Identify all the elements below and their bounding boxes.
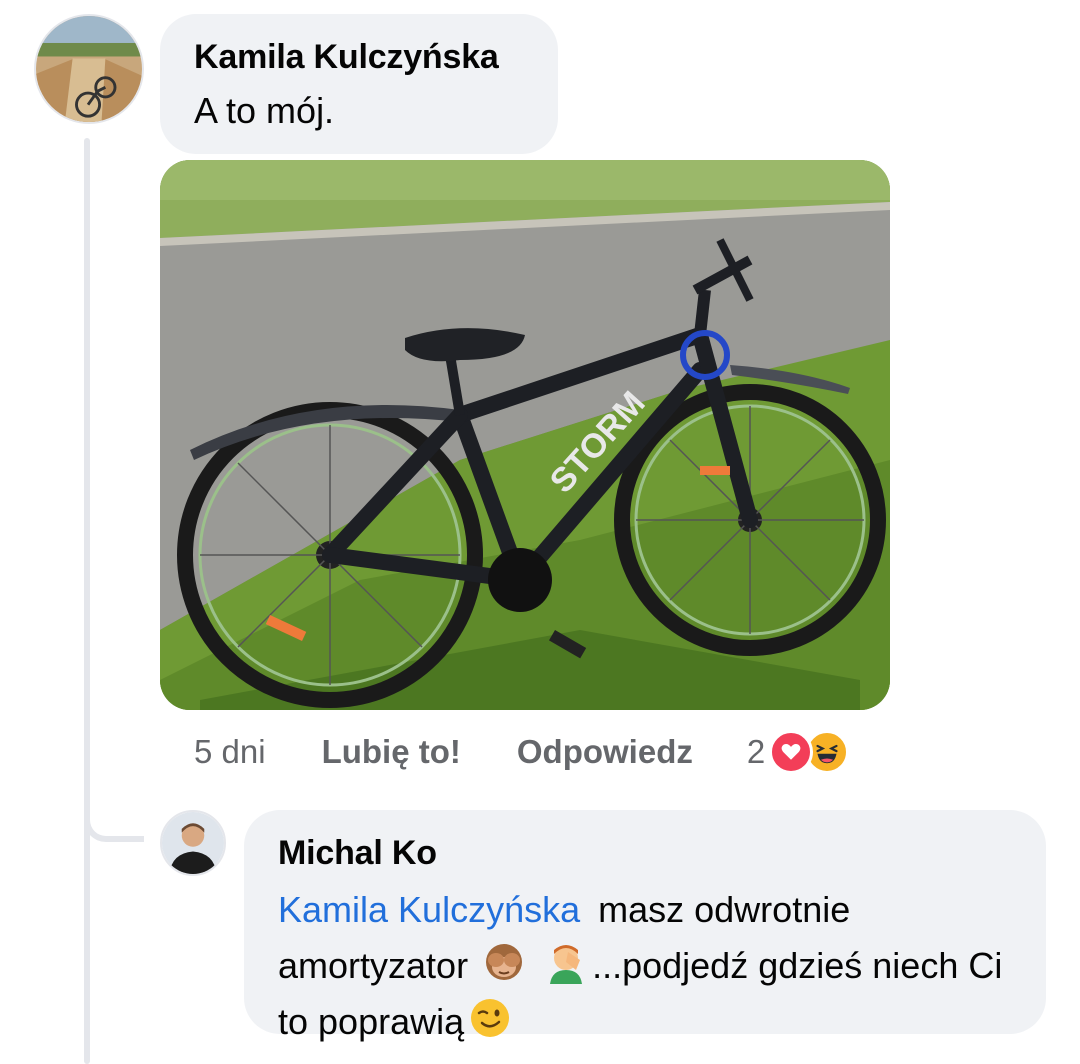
reply-author[interactable]: Michal Ko (278, 832, 1012, 874)
avatar[interactable] (34, 14, 144, 124)
comment-bubble: Kamila Kulczyńska A to mój. (160, 14, 558, 154)
bicycle-image: STORM (160, 160, 890, 710)
see-no-evil-monkey-emoji (482, 940, 526, 984)
like-button[interactable]: Lubię to! (322, 733, 461, 771)
avatar-image (162, 812, 224, 874)
comment-author[interactable]: Kamila Kulczyńska (194, 36, 524, 78)
reply-text: Kamila Kulczyńska masz odwrotnie amortyza… (278, 882, 1018, 1050)
comment-actions: 5 dni Lubię to! Odpowiedz 2 (194, 728, 850, 776)
comment-timestamp[interactable]: 5 dni (194, 733, 266, 771)
reply-bubble: Michal Ko Kamila Kulczyńska masz odwrotni… (244, 810, 1046, 1042)
winking-face-emoji (468, 996, 512, 1040)
reaction-count[interactable]: 2 (747, 733, 765, 771)
thread-branch (84, 790, 144, 842)
avatar[interactable] (160, 810, 226, 876)
thread-line (84, 138, 90, 1064)
bicycle-photo[interactable]: STORM (160, 160, 890, 710)
man-facepalming-emoji (544, 940, 588, 984)
love-icon[interactable] (769, 730, 814, 774)
comment-text: A to mój. (194, 90, 335, 131)
mention-link[interactable]: Kamila Kulczyńska (278, 889, 580, 930)
reply-button[interactable]: Odpowiedz (517, 733, 693, 771)
avatar-image (36, 16, 142, 122)
